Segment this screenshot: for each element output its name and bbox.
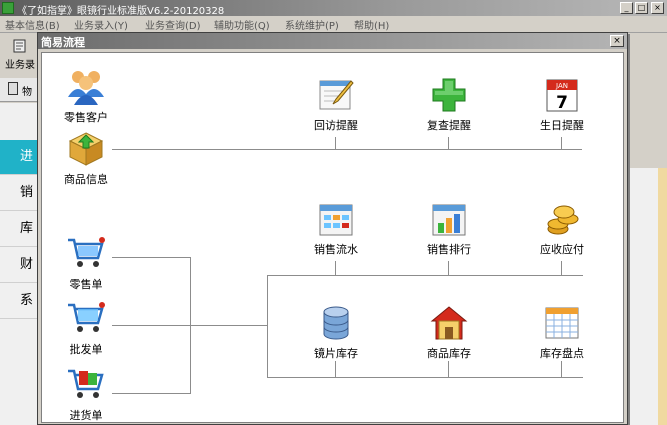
flow-item-label: 零售单 — [69, 278, 103, 291]
dialog-titlebar: 简易流程 × — [38, 33, 627, 49]
menu-business-entry[interactable]: 业务录入(Y) — [74, 17, 128, 32]
flow-item-lens-inventory[interactable]: 镜片库存 — [294, 305, 378, 361]
flow-item-purchase-order[interactable]: 进货单 — [44, 367, 128, 422]
flow-item-label: 应收应付 — [540, 243, 584, 256]
menu-system-maintenance[interactable]: 系统维护(P) — [285, 17, 339, 32]
left-nav: 进 销 库 财 系 — [0, 103, 40, 425]
dialog-close-button[interactable]: × — [610, 35, 624, 47]
connector-line — [448, 261, 449, 276]
nav-item-system[interactable]: 系 — [0, 284, 40, 319]
window-title: 《了如指掌》眼镜行业标准版V6.2-20120328 — [17, 6, 225, 17]
spreadsheet-icon — [545, 307, 579, 339]
flow-item-label: 进货单 — [69, 409, 103, 422]
toolbar-label[interactable]: 业务录 — [5, 56, 35, 71]
simple-flow-dialog: 简易流程 × 零售客户 商品信息 零售单 批发单 进货单 回访提醒 复查提醒 J… — [37, 32, 628, 425]
nav-item-purchase[interactable]: 进 — [0, 140, 40, 175]
notepad-pencil-icon — [319, 80, 354, 110]
menu-basic-info[interactable]: 基本信息(B) — [5, 17, 60, 32]
flow-item-label: 销售排行 — [427, 243, 471, 256]
flow-item-label: 回访提醒 — [314, 119, 358, 132]
green-plus-icon — [432, 78, 466, 112]
flow-item-label: 商品信息 — [64, 173, 108, 186]
connector-line — [335, 261, 336, 276]
flow-canvas: 零售客户 商品信息 零售单 批发单 进货单 回访提醒 复查提醒 JAN 7 生日… — [41, 52, 624, 423]
users-icon — [68, 71, 104, 105]
connector-line — [335, 361, 336, 378]
close-button[interactable]: × — [651, 2, 664, 14]
flow-item-label: 复查提醒 — [427, 119, 471, 132]
connector-line — [561, 361, 562, 378]
connector-line — [267, 275, 268, 378]
flow-item-label: 销售流水 — [314, 243, 358, 256]
flow-item-label: 镜片库存 — [314, 347, 358, 360]
calendar-month: JAN — [555, 82, 568, 90]
cart-icon — [68, 369, 104, 398]
flow-item-product-info[interactable]: 商品信息 — [44, 131, 128, 187]
connector-line — [448, 137, 449, 150]
product-box-icon — [68, 132, 104, 166]
database-icon — [323, 306, 349, 340]
bar-chart-icon — [432, 204, 466, 236]
flow-item-sales-journal[interactable]: 销售流水 — [294, 203, 378, 257]
phone-icon — [8, 82, 18, 95]
connector-line — [335, 137, 336, 150]
ledger-icon — [319, 204, 353, 236]
connector-line — [561, 137, 562, 150]
flow-item-followup-reminder[interactable]: 回访提醒 — [294, 77, 378, 133]
nav-item-finance[interactable]: 财 — [0, 248, 40, 283]
tab-label[interactable]: 物 — [22, 83, 32, 98]
business-entry-icon[interactable] — [12, 38, 28, 54]
connector-line — [448, 361, 449, 378]
connector-line — [112, 149, 582, 150]
menu-help[interactable]: 帮助(H) — [354, 17, 389, 32]
nav-item-sales[interactable]: 销 — [0, 176, 40, 211]
flow-item-label: 零售客户 — [64, 111, 108, 124]
coins-icon — [547, 205, 579, 235]
flow-item-product-inventory[interactable]: 商品库存 — [407, 305, 491, 361]
flow-item-retail-customer[interactable]: 零售客户 — [44, 67, 128, 125]
flow-item-label: 生日提醒 — [540, 119, 584, 132]
flow-item-recheck-reminder[interactable]: 复查提醒 — [407, 77, 491, 133]
connector-line — [112, 325, 267, 326]
dialog-title: 简易流程 — [41, 36, 85, 49]
maximize-button[interactable]: □ — [635, 2, 648, 14]
menu-bar: 基本信息(B) 业务录入(Y) 业务查询(D) 辅助功能(Q) 系统维护(P) … — [0, 16, 667, 33]
app-icon — [2, 2, 14, 14]
flow-item-stocktake[interactable]: 库存盘点 — [520, 305, 604, 361]
warehouse-icon — [430, 306, 468, 340]
flow-item-label: 库存盘点 — [540, 347, 584, 360]
cart-icon — [68, 237, 105, 267]
minimize-button[interactable]: _ — [620, 2, 633, 14]
flow-item-wholesale-order[interactable]: 批发单 — [44, 301, 128, 357]
background-panel — [628, 33, 667, 425]
flow-item-retail-order[interactable]: 零售单 — [44, 236, 128, 292]
connector-line — [267, 377, 583, 378]
flow-item-label: 批发单 — [69, 343, 103, 356]
flow-item-receivables-payables[interactable]: 应收应付 — [520, 203, 604, 257]
flow-item-sales-ranking[interactable]: 销售排行 — [407, 203, 491, 257]
tab-row: 物 — [0, 78, 40, 102]
window-titlebar: 《了如指掌》眼镜行业标准版V6.2-20120328 _ □ × — [0, 0, 667, 17]
toolbar: 业务录 — [0, 33, 40, 75]
flow-item-birthday-reminder[interactable]: JAN 7 生日提醒 — [520, 77, 604, 133]
flow-item-label: 商品库存 — [427, 347, 471, 360]
menu-business-query[interactable]: 业务查询(D) — [145, 17, 201, 32]
calendar-day: 7 — [556, 93, 568, 113]
cart-icon — [68, 302, 105, 332]
nav-item-inventory[interactable]: 库 — [0, 212, 40, 247]
calendar-icon: JAN 7 — [546, 79, 578, 113]
connector-line — [561, 261, 562, 276]
menu-aux-functions[interactable]: 辅助功能(Q) — [214, 17, 270, 32]
connector-line — [267, 275, 583, 276]
